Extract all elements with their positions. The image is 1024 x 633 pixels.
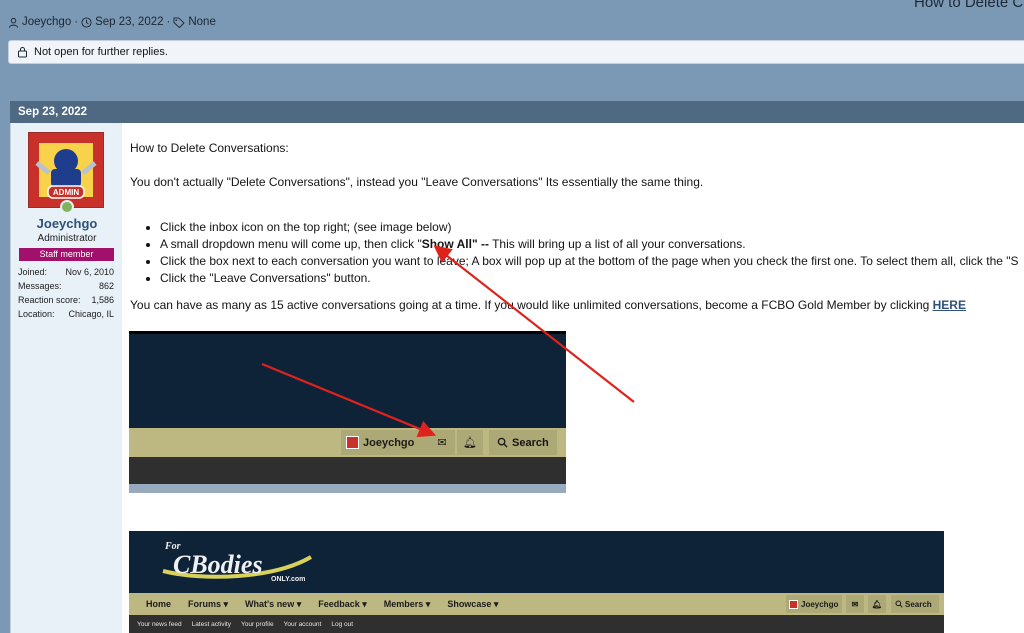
- shot-search-button: Search: [489, 430, 557, 455]
- stat-label: Joined:: [18, 267, 48, 277]
- stat-messages: Messages: 862: [18, 279, 114, 293]
- content-title: How to Delete Conversations:: [130, 141, 289, 155]
- logo-main-text: CBodies: [173, 550, 263, 579]
- stat-joined: Joined: Nov 6, 2010: [18, 265, 114, 279]
- shot2-subnav: Your news feed Latest activity Your prof…: [129, 615, 944, 633]
- search-icon: [497, 437, 508, 448]
- list-item-text: This will bring up a list of all your co…: [488, 237, 746, 251]
- user-title: Administrator: [37, 233, 97, 244]
- shot2-inbox-icon: ✉: [846, 595, 864, 613]
- stat-label: Messages:: [18, 281, 62, 291]
- stat-value: Nov 6, 2010: [65, 267, 114, 277]
- logo-sub-text: ONLY.com: [271, 576, 305, 583]
- shot-user-button: Joeychgo: [341, 430, 433, 455]
- user-icon: [8, 17, 19, 28]
- avatar-text: ADMIN: [53, 188, 79, 197]
- instruction-list: Click the inbox icon on the top right; (…: [160, 219, 1024, 287]
- clock-icon: [81, 16, 92, 28]
- shot2-user-button: Joeychgo: [786, 595, 842, 613]
- content-outro: You can have as many as 15 active conver…: [130, 298, 966, 312]
- lock-icon: [18, 47, 27, 58]
- shot-search-label: Search: [512, 436, 549, 449]
- screenshot-site-header-image[interactable]: For CBodies ONLY.com Home Forums ▾ What'…: [129, 531, 944, 633]
- shot2-username: Joeychgo: [801, 599, 839, 609]
- stat-value[interactable]: 1,586: [91, 293, 114, 307]
- screenshot-toolbar-image[interactable]: Joeychgo ✉ 🔔︎ Search: [129, 331, 566, 493]
- thread-author[interactable]: Joeychgo: [22, 16, 71, 28]
- bell-icon: 🔔︎: [457, 430, 483, 455]
- gold-member-link[interactable]: HERE: [933, 298, 966, 312]
- shot-page-strip: [129, 484, 566, 493]
- list-item: Click the "Leave Conversations" button.: [160, 270, 1024, 287]
- shot-navbar: Joeychgo ✉ 🔔︎ Search: [129, 428, 566, 457]
- list-item: Click the box next to each conversation …: [160, 253, 1024, 270]
- shot2-nav-whats-new: What's new ▾: [245, 598, 302, 609]
- stat-value[interactable]: 862: [99, 279, 114, 293]
- thread-date[interactable]: Sep 23, 2022: [95, 16, 163, 28]
- shot2-search-label: Search: [905, 599, 932, 609]
- content-intro: You don't actually "Delete Conversations…: [130, 175, 704, 189]
- locked-notice: Not open for further replies.: [8, 40, 1024, 64]
- stat-value: Chicago, IL: [68, 309, 114, 319]
- shot-avatar-icon: [346, 436, 359, 449]
- admin-avatar-icon: ADMIN: [29, 133, 103, 207]
- post-username[interactable]: Joeychgo: [11, 216, 123, 231]
- shot2-nav-members: Members ▾: [383, 598, 431, 609]
- stat-location: Location: Chicago, IL: [18, 307, 114, 321]
- page-title: How to Delete Co: [914, 0, 1024, 11]
- meta-separator: ·: [74, 16, 79, 28]
- shot2-nav-forums: Forums ▾: [188, 598, 229, 609]
- thread-tags: None: [188, 16, 216, 28]
- shot2-nav-showcase: Showcase ▾: [447, 598, 499, 609]
- post-content: How to Delete Conversations: You don't a…: [122, 123, 1024, 633]
- shot-username: Joeychgo: [363, 436, 415, 449]
- stat-label: Location:: [18, 309, 55, 319]
- post-user-column: ADMIN Joeychgo Administrator Staff membe…: [10, 123, 133, 633]
- outro-text: You can have as many as 15 active conver…: [130, 298, 933, 312]
- shot2-nav-home: Home: [146, 599, 172, 609]
- shot2-search-button: Search: [891, 595, 939, 613]
- search-icon: [895, 600, 903, 608]
- meta-separator: ·: [166, 16, 171, 28]
- stat-reaction-score: Reaction score: 1,586: [18, 293, 114, 307]
- show-all-text: Show All" --: [421, 237, 489, 251]
- shot2-avatar-icon: [789, 599, 798, 609]
- list-item-text: A small dropdown menu will come up, then…: [160, 237, 422, 251]
- shot-subnav: [129, 457, 566, 484]
- staff-badge: Staff member: [19, 248, 114, 261]
- fcbo-logo-icon: For CBodies ONLY.com: [162, 541, 313, 583]
- post-header: Sep 23, 2022: [10, 101, 1024, 123]
- list-item: Click the inbox icon on the top right; (…: [160, 219, 1024, 236]
- post-date[interactable]: Sep 23, 2022: [18, 106, 87, 118]
- shot2-bell-icon: 🔔︎: [868, 595, 886, 613]
- user-stats: Joined: Nov 6, 2010 Messages: 862 Reaction…: [18, 265, 114, 321]
- shot2-navbar: Home Forums ▾ What's new ▾ Feedback ▾ Me…: [129, 593, 944, 615]
- stat-label: Reaction score:: [18, 295, 81, 305]
- thread-meta: Joeychgo · Sep 23, 2022 · None: [8, 16, 216, 28]
- online-status-icon: [60, 200, 74, 214]
- inbox-icon: ✉: [429, 430, 455, 455]
- notice-text: Not open for further replies.: [34, 46, 168, 58]
- list-item: A small dropdown menu will come up, then…: [160, 236, 1024, 253]
- shot2-nav-feedback: Feedback ▾: [318, 598, 367, 609]
- tag-icon: [173, 16, 186, 28]
- avatar[interactable]: ADMIN: [28, 132, 104, 208]
